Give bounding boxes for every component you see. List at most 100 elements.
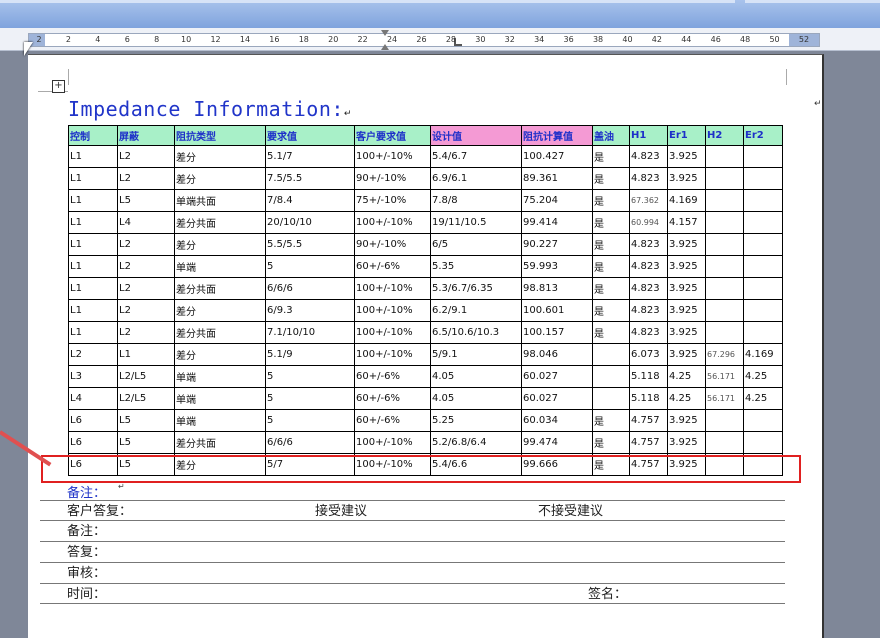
table-cell[interactable]: 是: [592, 431, 630, 454]
table-cell[interactable]: [743, 211, 783, 234]
table-cell[interactable]: 是: [592, 409, 630, 432]
table-cell[interactable]: 4.169: [667, 189, 706, 212]
table-cell[interactable]: 4.169: [743, 343, 783, 366]
table-cell[interactable]: 60+/-6%: [354, 255, 431, 278]
table-cell[interactable]: [705, 321, 744, 344]
table-cell[interactable]: [743, 321, 783, 344]
table-cell[interactable]: [705, 255, 744, 278]
table-cell[interactable]: L1: [68, 299, 118, 322]
table-cell[interactable]: 5.118: [629, 365, 668, 388]
table-cell[interactable]: 3.925: [667, 343, 706, 366]
table-cell[interactable]: 99.414: [521, 211, 593, 234]
table-cell[interactable]: L2: [117, 233, 175, 256]
table-cell[interactable]: L2: [117, 167, 175, 190]
table-cell[interactable]: 5/9.1: [430, 343, 522, 366]
table-cell[interactable]: L4: [117, 211, 175, 234]
table-row[interactable]: L1 L2 差分共面 6/6/6 100+/-10% 5.3/6.7/6.35 98.813…: [68, 277, 783, 300]
table-cell[interactable]: 4.05: [430, 387, 522, 410]
table-cell[interactable]: [743, 189, 783, 212]
table-cell[interactable]: L2: [117, 255, 175, 278]
table-cell[interactable]: 60.034: [521, 409, 593, 432]
table-cell[interactable]: 5.1/9: [265, 343, 355, 366]
table-cell[interactable]: 6.9/6.1: [430, 167, 522, 190]
table-cell[interactable]: L2/L5: [117, 365, 175, 388]
table-row[interactable]: L3 L2/L5 单端 5 60+/-6% 4.05 60.027 5.118 4.25 56.1…: [68, 365, 783, 388]
table-cell[interactable]: [592, 387, 630, 410]
table-cell[interactable]: 是: [592, 321, 630, 344]
table-cell[interactable]: 60+/-6%: [354, 365, 431, 388]
table-cell[interactable]: 90+/-10%: [354, 167, 431, 190]
table-cell[interactable]: L1: [68, 211, 118, 234]
table-cell[interactable]: 98.813: [521, 277, 593, 300]
table-cell[interactable]: 4.25: [743, 387, 783, 410]
table-cell[interactable]: 100+/-10%: [354, 321, 431, 344]
table-cell[interactable]: 4.823: [629, 233, 668, 256]
table-cell[interactable]: 6/9.3: [265, 299, 355, 322]
table-cell[interactable]: [705, 145, 744, 168]
table-cell[interactable]: 7.5/5.5: [265, 167, 355, 190]
table-cell[interactable]: 89.361: [521, 167, 593, 190]
table-cell[interactable]: L1: [68, 145, 118, 168]
table-cell[interactable]: 7/8.4: [265, 189, 355, 212]
table-cell[interactable]: L5: [117, 431, 175, 454]
table-cell[interactable]: 100.157: [521, 321, 593, 344]
table-cell[interactable]: 是: [592, 233, 630, 256]
table-cell[interactable]: 6.073: [629, 343, 668, 366]
table-cell[interactable]: 3.925: [667, 431, 706, 454]
table-cell[interactable]: 59.993: [521, 255, 593, 278]
column-header[interactable]: H1: [629, 125, 668, 146]
column-header[interactable]: 客户要求值: [354, 125, 431, 146]
table-cell[interactable]: 90+/-10%: [354, 233, 431, 256]
table-cell[interactable]: 4.823: [629, 167, 668, 190]
impedance-table[interactable]: 控制 屏蔽 阻抗类型 要求值 客户要求值 设计值 阻抗计算值 盖油 H1 Er1 H2 Er2 L1 L…: [68, 125, 783, 476]
reject-suggestion-option[interactable]: 不接受建议: [538, 500, 603, 519]
table-cell[interactable]: 差分: [174, 233, 266, 256]
table-cell[interactable]: 56.171: [705, 387, 744, 410]
table-cell[interactable]: 100+/-10%: [354, 277, 431, 300]
table-cell[interactable]: L1: [68, 233, 118, 256]
table-cell[interactable]: 差分: [174, 167, 266, 190]
table-cell[interactable]: 5: [265, 255, 355, 278]
table-row[interactable]: L1 L2 差分共面 7.1/10/10 100+/-10% 6.5/10.6/10.3 1…: [68, 321, 783, 344]
table-cell[interactable]: 5.118: [629, 387, 668, 410]
table-cell[interactable]: 4.25: [667, 365, 706, 388]
table-cell[interactable]: 差分: [174, 343, 266, 366]
table-cell[interactable]: 是: [592, 299, 630, 322]
table-cell[interactable]: 56.171: [705, 365, 744, 388]
table-cell[interactable]: 6/6/6: [265, 277, 355, 300]
table-cell[interactable]: 6.2/9.1: [430, 299, 522, 322]
table-cell[interactable]: 6.5/10.6/10.3: [430, 321, 522, 344]
table-cell[interactable]: 4.25: [743, 365, 783, 388]
table-row[interactable]: L6 L5 单端 5 60+/-6% 5.25 60.034 是 4.757 3.925: [68, 409, 783, 432]
table-cell[interactable]: [705, 211, 744, 234]
table-cell[interactable]: [743, 409, 783, 432]
table-cell[interactable]: 5.25: [430, 409, 522, 432]
table-move-handle-icon[interactable]: +: [52, 80, 65, 93]
table-cell[interactable]: 是: [592, 189, 630, 212]
table-cell[interactable]: 5.4/6.7: [430, 145, 522, 168]
table-cell[interactable]: L4: [68, 387, 118, 410]
table-cell[interactable]: 100+/-10%: [354, 211, 431, 234]
table-cell[interactable]: L6: [68, 409, 118, 432]
table-cell[interactable]: 100.601: [521, 299, 593, 322]
table-cell[interactable]: [705, 299, 744, 322]
table-row[interactable]: L1 L2 差分 5.5/5.5 90+/-10% 6/5 90.227 是 4.823 3.92…: [68, 233, 783, 256]
table-cell[interactable]: 100+/-10%: [354, 145, 431, 168]
table-cell[interactable]: 3.925: [667, 299, 706, 322]
table-cell[interactable]: 100+/-10%: [354, 343, 431, 366]
table-cell[interactable]: 20/10/10: [265, 211, 355, 234]
table-cell[interactable]: 7.1/10/10: [265, 321, 355, 344]
table-cell[interactable]: 98.046: [521, 343, 593, 366]
table-cell[interactable]: 60.027: [521, 387, 593, 410]
table-cell[interactable]: 6/6/6: [265, 431, 355, 454]
table-cell[interactable]: L1: [68, 167, 118, 190]
table-cell[interactable]: 是: [592, 167, 630, 190]
table-row[interactable]: L6 L5 差分共面 6/6/6 100+/-10% 5.2/6.8/6.4 99.474 是…: [68, 431, 783, 454]
table-cell[interactable]: 单端: [174, 365, 266, 388]
column-header[interactable]: Er2: [743, 125, 783, 146]
table-cell[interactable]: L1: [117, 343, 175, 366]
column-header[interactable]: 控制: [68, 125, 118, 146]
horizontal-ruler[interactable]: 2 2 4 6 8 10 12 14 16 18 20 22 24 26 28 30 32 34 36 38 40 42 4…: [28, 30, 820, 50]
table-cell[interactable]: [592, 343, 630, 366]
column-header[interactable]: 要求值: [265, 125, 355, 146]
